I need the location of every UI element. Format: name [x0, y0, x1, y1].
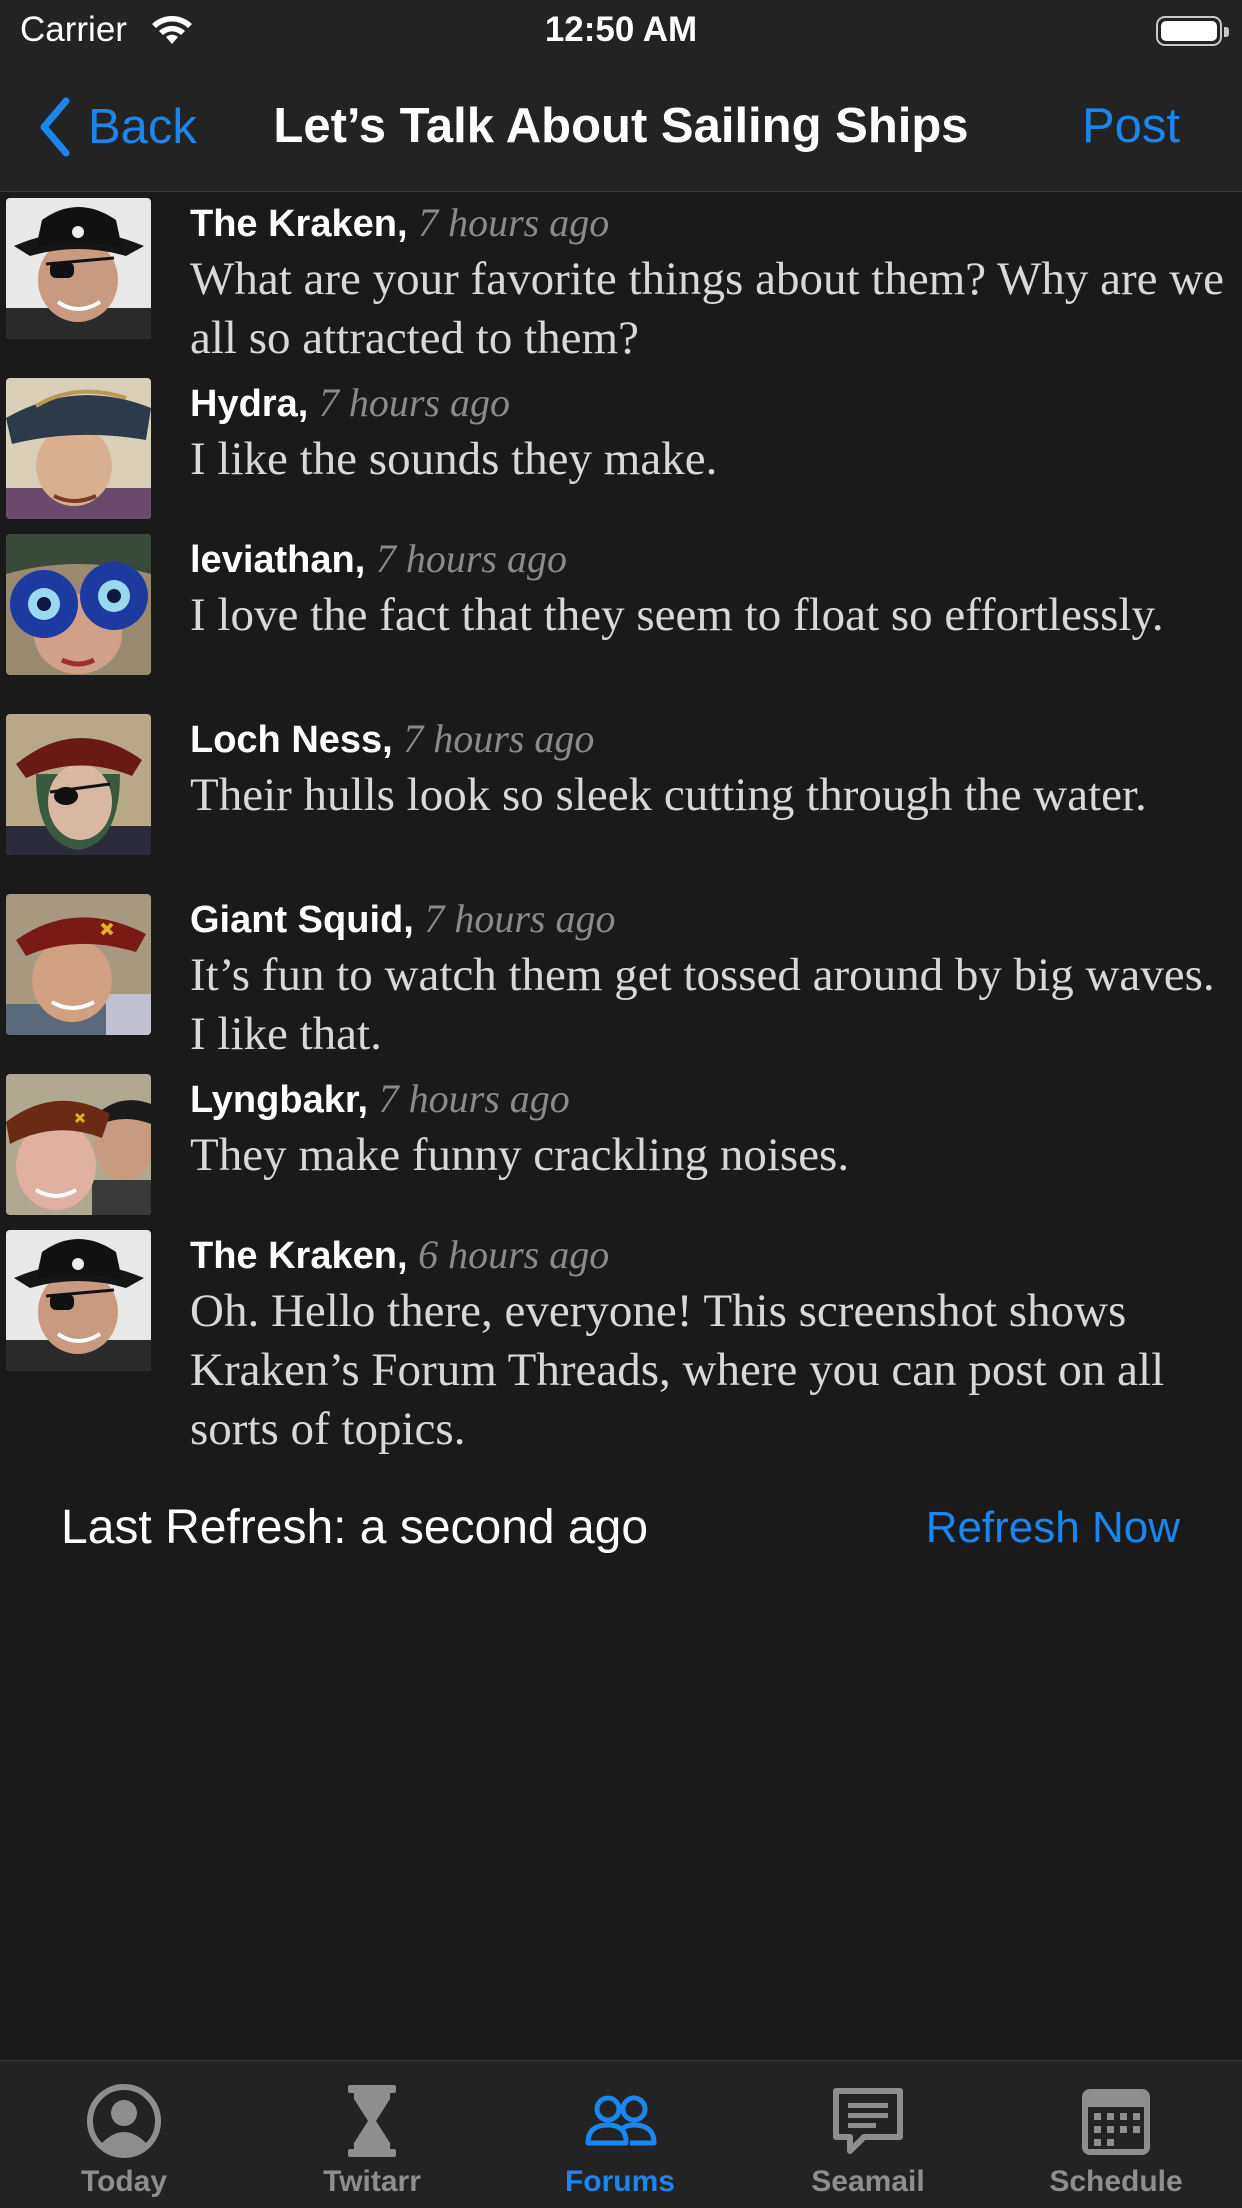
avatar[interactable] [6, 894, 151, 1035]
post-author[interactable]: Hydra, [190, 383, 308, 425]
post-header: Hydra, 7 hours ago [190, 380, 510, 427]
tab-seamail[interactable]: Seamail [744, 2061, 992, 2208]
post-author[interactable]: leviathan, [190, 539, 365, 581]
post-author[interactable]: Loch Ness, [190, 719, 393, 761]
forum-post[interactable]: The Kraken, 6 hours ago Oh. Hello there,… [0, 1224, 1242, 1464]
person-circle-icon [87, 2084, 161, 2158]
post-time: 7 hours ago [424, 896, 616, 941]
tab-label: Twitarr [323, 2165, 421, 2198]
post-text: Oh. Hello there, everyone! This screensh… [190, 1285, 1165, 1455]
post-text: It’s fun to watch them get tossed around… [190, 949, 1215, 1060]
forum-post[interactable]: Giant Squid, 7 hours ago It’s fun to wat… [0, 888, 1242, 1068]
post-header: Loch Ness, 7 hours ago [190, 716, 594, 763]
tab-schedule[interactable]: Schedule [992, 2061, 1240, 2208]
tab-twitarr[interactable]: Twitarr [248, 2061, 496, 2208]
post-time: 7 hours ago [378, 1076, 570, 1121]
tab-label: Schedule [1049, 2165, 1183, 2198]
post-author[interactable]: Giant Squid, [190, 899, 414, 941]
avatar[interactable] [6, 714, 151, 855]
post-time: 7 hours ago [375, 536, 567, 581]
tab-today[interactable]: Today [0, 2061, 248, 2208]
tab-label: Seamail [811, 2165, 925, 2198]
tab-label: Forums [564, 2165, 675, 2198]
post-text: I like the sounds they make. [190, 433, 718, 485]
post-author[interactable]: The Kraken, [190, 203, 408, 245]
forum-post[interactable]: leviathan, 7 hours ago I love the fact t… [0, 528, 1242, 708]
post-header: The Kraken, 6 hours ago [190, 1232, 609, 1279]
post-button[interactable]: Post [1082, 98, 1180, 154]
avatar[interactable] [6, 534, 151, 675]
post-time: 7 hours ago [403, 716, 595, 761]
hourglass-icon [348, 2085, 396, 2157]
tab-label: Today [80, 2165, 168, 2198]
avatar[interactable] [6, 378, 151, 519]
post-text: Their hulls look so sleek cutting throug… [190, 769, 1147, 821]
forum-post[interactable]: Hydra, 7 hours ago I like the sounds the… [0, 372, 1242, 528]
message-bubble-icon [833, 2088, 903, 2154]
post-text: What are your favorite things about them… [190, 253, 1225, 364]
avatar[interactable] [6, 198, 151, 339]
battery-icon [1156, 16, 1229, 46]
post-header: The Kraken, 7 hours ago [190, 200, 609, 247]
people-icon [585, 2095, 657, 2146]
avatar[interactable] [6, 1230, 151, 1371]
post-text: I love the fact that they seem to float … [190, 589, 1164, 641]
clock: 12:50 AM [544, 10, 698, 49]
post-author[interactable]: Lyngbakr, [190, 1079, 368, 1121]
post-author[interactable]: The Kraken, [190, 1235, 408, 1277]
forum-post[interactable]: Lyngbakr, 7 hours ago They make funny cr… [0, 1068, 1242, 1224]
tab-forums[interactable]: Forums [496, 2061, 744, 2208]
post-time: 6 hours ago [418, 1232, 610, 1277]
refresh-now-button[interactable]: Refresh Now [926, 1503, 1180, 1553]
post-header: leviathan, 7 hours ago [190, 536, 567, 583]
post-time: 7 hours ago [318, 380, 510, 425]
post-time: 7 hours ago [418, 200, 610, 245]
post-header: Lyngbakr, 7 hours ago [190, 1076, 570, 1123]
page-title: Let’s Talk About Sailing Ships [273, 99, 969, 153]
tab-bar: Today Twitarr Forums Seamail Schedule [0, 2060, 1242, 2208]
forum-post[interactable]: The Kraken, 7 hours ago What are your fa… [0, 192, 1242, 372]
post-text: They make funny crackling noises. [190, 1129, 850, 1181]
navigation-bar: Back Let’s Talk About Sailing Ships Post [0, 64, 1242, 192]
status-bar: Carrier 12:50 AM [0, 0, 1242, 64]
forum-post[interactable]: Loch Ness, 7 hours ago Their hulls look … [0, 708, 1242, 888]
calendar-icon [1082, 2089, 1150, 2155]
avatar[interactable] [6, 1074, 151, 1215]
post-header: Giant Squid, 7 hours ago [190, 896, 615, 943]
last-refresh-label: Last Refresh: a second ago [61, 1501, 649, 1554]
